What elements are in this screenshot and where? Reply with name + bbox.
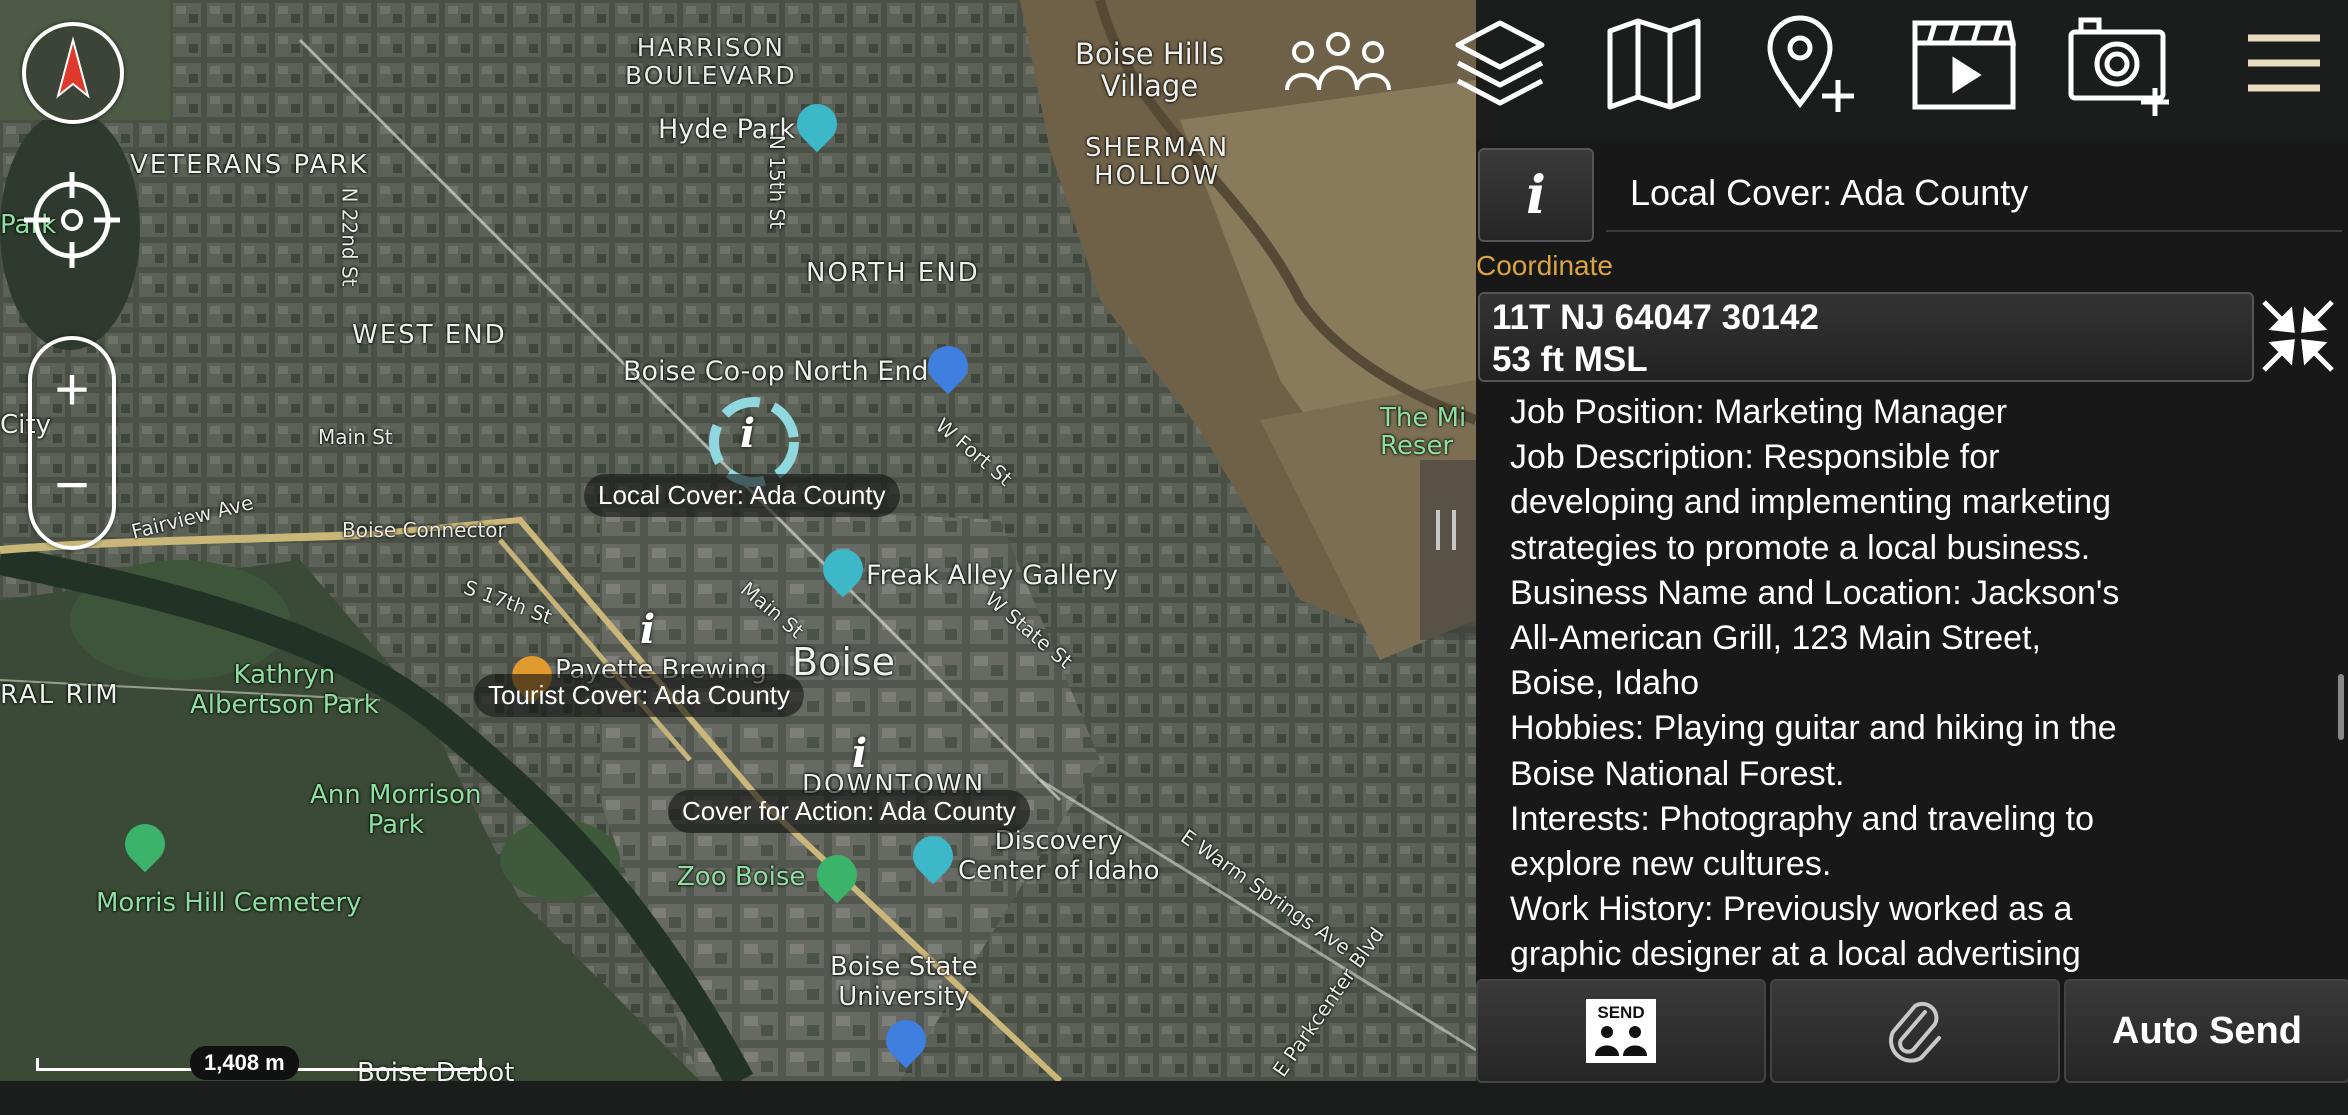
- coordinate-field[interactable]: 11T NJ 64047 30142 53 ft MSL: [1478, 292, 2254, 382]
- remarks-line: Business Name and Location: Jackson's: [1510, 573, 2120, 612]
- zoom-in-button[interactable]: +: [32, 340, 112, 440]
- map-label-the-mi: The Mi Reser: [1380, 403, 1467, 461]
- send-icon: SEND: [1586, 999, 1656, 1063]
- remarks-line: Job Position: Marketing Manager: [1510, 393, 2008, 431]
- map-label-freak-alley: Freak Alley Gallery: [866, 560, 1119, 591]
- north-arrow-icon: [56, 36, 90, 99]
- menu-icon: [2248, 34, 2320, 92]
- add-photo-button[interactable]: [2060, 8, 2180, 118]
- info-icon: i: [1526, 164, 1546, 226]
- info-button[interactable]: i: [1478, 148, 1594, 242]
- tourist-cover-marker-label[interactable]: Tourist Cover: Ada County: [474, 674, 805, 717]
- coordinate-label: Coordinate: [1476, 250, 1613, 281]
- details-panel: i Local Cover: Ada County Coordinate 11T…: [1476, 140, 2348, 1081]
- coordinate-value: 11T NJ 64047 30142: [1492, 298, 1819, 337]
- local-cover-marker-label[interactable]: Local Cover: Ada County: [584, 474, 900, 517]
- compass-button[interactable]: [22, 22, 124, 124]
- remarks-line: developing and implementing marketing: [1510, 483, 2112, 522]
- map-label-coop: Boise Co-op North End: [623, 356, 929, 387]
- auto-send-label: Auto Send: [2112, 1009, 2302, 1052]
- map-label-north-end: NORTH END: [806, 258, 980, 288]
- map-label-harrison: HARRISON BOULEVARD: [625, 33, 797, 90]
- add-photo-icon: [2068, 17, 2169, 116]
- video-icon: [1912, 20, 2017, 110]
- remarks-line: Hobbies: Playing guitar and hiking in th…: [1510, 709, 2117, 748]
- map-label-boise-hills: Boise Hills Village: [1075, 37, 1224, 103]
- main-menu-button[interactable]: [2224, 8, 2344, 118]
- top-toolbar: [1270, 0, 2348, 140]
- map-label-connector: Boise Connector: [342, 518, 506, 542]
- zoom-control: + −: [28, 336, 116, 550]
- map-icon: [1607, 18, 1701, 110]
- remarks-line: Job Description: Responsible for: [1510, 438, 2000, 477]
- remarks-line: All-American Grill, 123 Main Street,: [1510, 619, 2041, 658]
- remarks-line: explore new cultures.: [1510, 845, 1832, 884]
- video-button[interactable]: [1904, 8, 2024, 118]
- tourist-cover-marker-icon[interactable]: i: [640, 606, 655, 653]
- remarks-line: Boise, Idaho: [1510, 664, 1700, 703]
- map-label-boise: Boise: [792, 640, 896, 684]
- local-cover-marker-icon[interactable]: i: [740, 410, 755, 457]
- map-label-ann-morrison: Ann Morrison Park: [310, 780, 482, 840]
- map-view[interactable]: HARRISON BOULEVARD Boise Hills Village V…: [0, 0, 1476, 1081]
- action-cover-marker-icon[interactable]: i: [852, 730, 867, 777]
- map-label-n22: N 22nd St: [337, 187, 362, 287]
- send-button[interactable]: SEND: [1476, 979, 1766, 1083]
- map-label-morris: Morris Hill Cemetery: [96, 888, 362, 918]
- send-toolbar: SEND Auto Send: [1476, 977, 2348, 1083]
- marker-title: Local Cover: Ada County: [1630, 172, 2029, 213]
- panel-drag-handle[interactable]: [1436, 510, 1456, 550]
- map-label-sherman-hollow: SHERMAN HOLLOW: [1085, 133, 1230, 191]
- paperclip-icon: [1889, 1001, 1941, 1063]
- map-button[interactable]: [1594, 8, 1714, 118]
- remarks-line: Boise National Forest.: [1510, 754, 1845, 793]
- layers-icon: [1455, 20, 1545, 106]
- action-cover-marker-label[interactable]: Cover for Action: Ada County: [668, 790, 1030, 833]
- map-label-bsu: Boise State University: [830, 952, 978, 1012]
- map-label-west-end: WEST END: [352, 320, 507, 350]
- add-point-button[interactable]: [1750, 8, 1870, 118]
- remarks-line: Interests: Photography and traveling to: [1510, 799, 2095, 838]
- map-label-kathryn: Kathryn Albertson Park: [190, 660, 379, 720]
- remarks-line: strategies to promote a local business.: [1510, 528, 2091, 567]
- altitude-value: 53 ft MSL: [1492, 340, 1648, 379]
- auto-send-button[interactable]: Auto Send: [2064, 979, 2348, 1083]
- enter-coordinate-icon[interactable]: [2254, 292, 2342, 380]
- team-icon: [1285, 32, 1391, 91]
- scale-label: 1,408 m: [190, 1046, 299, 1080]
- attach-button[interactable]: [1770, 979, 2060, 1083]
- remarks-line: Work History: Previously worked as a: [1510, 890, 2073, 929]
- title-field[interactable]: Local Cover: Ada County: [1606, 148, 2342, 232]
- map-label-veterans-park: VETERANS PARK: [130, 150, 369, 180]
- add-point-icon: [1767, 15, 1854, 112]
- map-label-main-st: Main St: [318, 425, 393, 449]
- map-label-zoo: Zoo Boise: [677, 862, 806, 892]
- team-button[interactable]: [1278, 8, 1398, 118]
- map-label-n15: N 15th St: [765, 134, 790, 230]
- zoom-out-button[interactable]: −: [32, 440, 112, 540]
- map-label-discovery: Discovery Center of Idaho: [958, 826, 1160, 886]
- map-label-rim: RAL RIM: [0, 680, 120, 710]
- layers-button[interactable]: [1440, 8, 1560, 118]
- locate-me-button[interactable]: [22, 170, 122, 270]
- remarks-scrollbar[interactable]: [2338, 674, 2344, 740]
- remarks-line: graphic designer at a local advertising: [1510, 935, 2081, 974]
